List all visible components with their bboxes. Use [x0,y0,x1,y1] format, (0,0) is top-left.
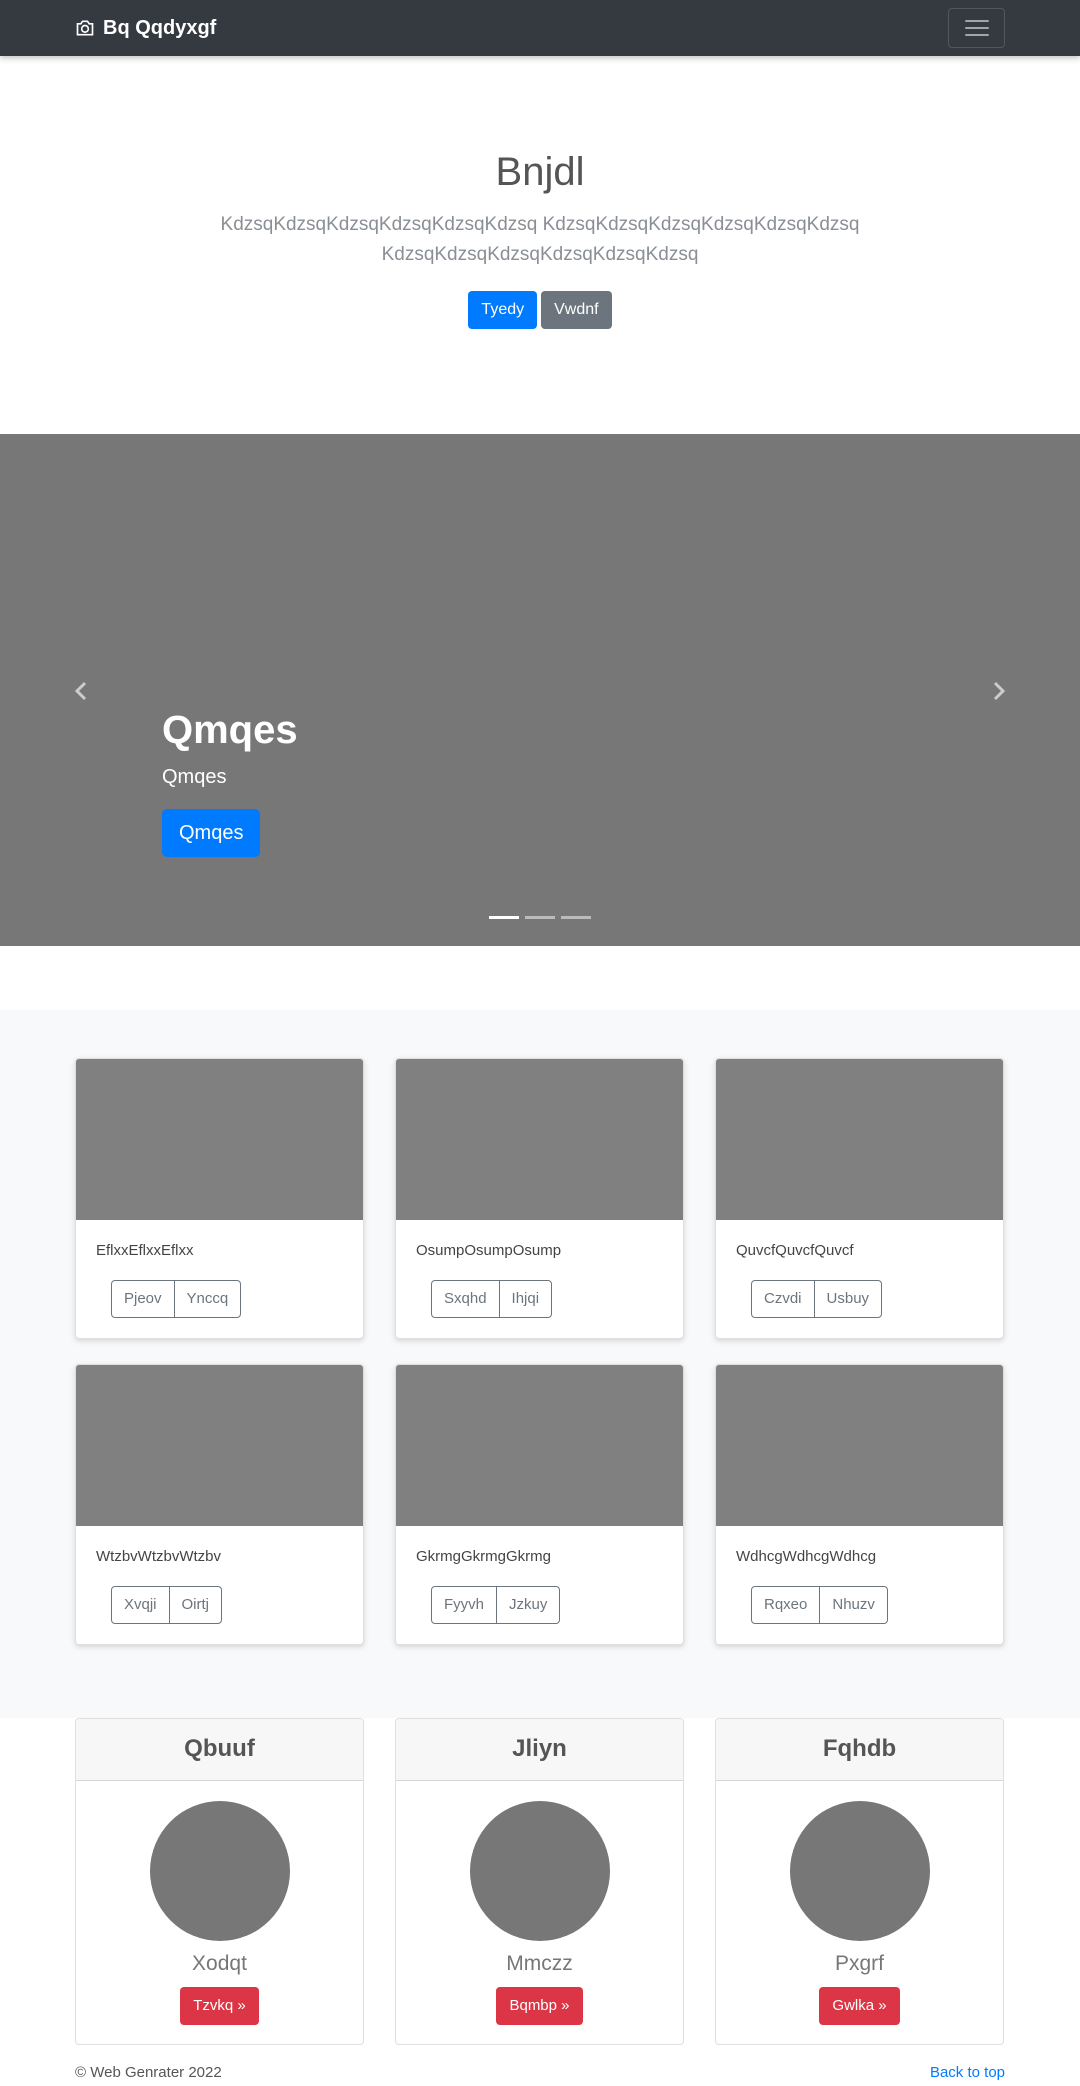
jumbotron-title: Bnjdl [495,150,585,194]
card-button-group: Fyyvh Jzkuy [431,1586,561,1624]
footer-copyright: © Web Genrater 2022 [75,2064,222,2081]
jumbotron-lead: KdzsqKdzsqKdzsqKdzsqKdzsqKdzsq KdzsqKdzs… [220,214,860,265]
carousel-subheading: Qmqes [162,766,227,788]
profile-card-header: Qbuuf [76,1719,363,1781]
secondary-button[interactable]: Vwdnf [541,291,612,329]
profile-card: Qbuuf Xodqt Tzvkq » [75,1718,364,2045]
card-button[interactable]: Usbuy [813,1280,883,1318]
carousel-prev-button[interactable] [66,676,96,706]
profile-name: Pxgrf [834,1952,884,1975]
card-button-group: Sxqhd Ihjqi [431,1280,553,1318]
card-text: EflxxEflxxEflxx [96,1242,194,1259]
card-text: WtzbvWtzbvWtzbv [96,1548,222,1565]
carousel-next-button[interactable] [984,676,1014,706]
album-card: GkrmgGkrmgGkrmg Fyyvh Jzkuy [395,1364,684,1645]
profile-button[interactable]: Tzvkq » [180,1987,259,2025]
profile-card: Fqhdb Pxgrf Gwlka » [715,1718,1004,2045]
card-button[interactable]: Rqxeo [751,1586,821,1624]
album-card: WtzbvWtzbvWtzbv Xvqji Oirtj [75,1364,364,1645]
profile-button[interactable]: Bqmbp » [496,1987,583,2025]
primary-button[interactable]: Tyedy [468,291,538,329]
avatar [790,1801,930,1941]
card-button[interactable]: Sxqhd [431,1280,500,1318]
profile-name: Xodqt [192,1952,247,1975]
album-card: WdhcgWdhcgWdhcg Rqxeo Nhuzv [715,1364,1004,1645]
card-image [396,1365,683,1526]
card-button-group: Xvqji Oirtj [111,1586,223,1624]
card-text: QuvcfQuvcfQuvcf [736,1242,854,1259]
carousel-indicator[interactable] [489,916,519,919]
card-button[interactable]: Jzkuy [496,1586,561,1624]
card-button-group: Pjeov Ynccq [111,1280,242,1318]
album-card: EflxxEflxxEflxx Pjeov Ynccq [75,1058,364,1339]
navbar-toggler-button[interactable] [948,8,1005,48]
card-button[interactable]: Fyyvh [431,1586,498,1624]
avatar [470,1801,610,1941]
card-button[interactable]: Oirtj [168,1586,223,1624]
card-button[interactable]: Nhuzv [819,1586,888,1624]
hamburger-menu-icon [964,20,989,36]
navbar-brand[interactable]: Bq Qqdyxgf [75,0,216,56]
card-button[interactable]: Ynccq [173,1280,242,1318]
camera-icon [75,18,95,38]
avatar [150,1801,290,1941]
chevron-left-icon [74,681,87,701]
card-text: OsumpOsumpOsump [416,1242,562,1259]
card-image [716,1059,1003,1220]
album-card: QuvcfQuvcfQuvcf Czvdi Usbuy [715,1058,1004,1339]
profile-name: Mmczz [506,1952,573,1975]
navbar: Bq Qqdyxgf [0,0,1080,56]
profile-card: Jliyn Mmczz Bqmbp » [395,1718,684,2045]
card-button-group: Rqxeo Nhuzv [751,1586,888,1624]
chevron-right-icon [993,681,1006,701]
card-button[interactable]: Pjeov [111,1280,175,1318]
card-button-group: Czvdi Usbuy [751,1280,883,1318]
profile-card-header: Fqhdb [716,1719,1003,1781]
carousel: Qmqes Qmqes Qmqes [0,434,1080,946]
card-image [716,1365,1003,1526]
jumbotron-buttons: Tyedy Vwdnf [0,291,1080,329]
carousel-caption: Qmqes Qmqes Qmqes [162,706,298,857]
card-text: GkrmgGkrmgGkrmg [416,1548,551,1565]
card-text: WdhcgWdhcgWdhcg [736,1548,877,1565]
carousel-heading: Qmqes [162,708,298,752]
album-section: EflxxEflxxEflxx Pjeov Ynccq OsumpOsumpOs… [0,1010,1080,1718]
brand-text: Bq Qqdyxgf [103,16,217,39]
carousel-indicator[interactable] [561,916,591,919]
carousel-indicator[interactable] [525,916,555,919]
card-button[interactable]: Ihjqi [498,1280,553,1318]
carousel-indicators [0,916,1080,919]
card-image [76,1365,363,1526]
card-image [76,1059,363,1220]
profile-button[interactable]: Gwlka » [819,1987,900,2025]
carousel-button[interactable]: Qmqes [162,809,261,857]
back-to-top-link[interactable]: Back to top [930,2064,1005,2081]
album-card: OsumpOsumpOsump Sxqhd Ihjqi [395,1058,684,1339]
card-button[interactable]: Czvdi [751,1280,815,1318]
card-button[interactable]: Xvqji [111,1586,170,1624]
card-image [396,1059,683,1220]
profile-card-header: Jliyn [396,1719,683,1781]
